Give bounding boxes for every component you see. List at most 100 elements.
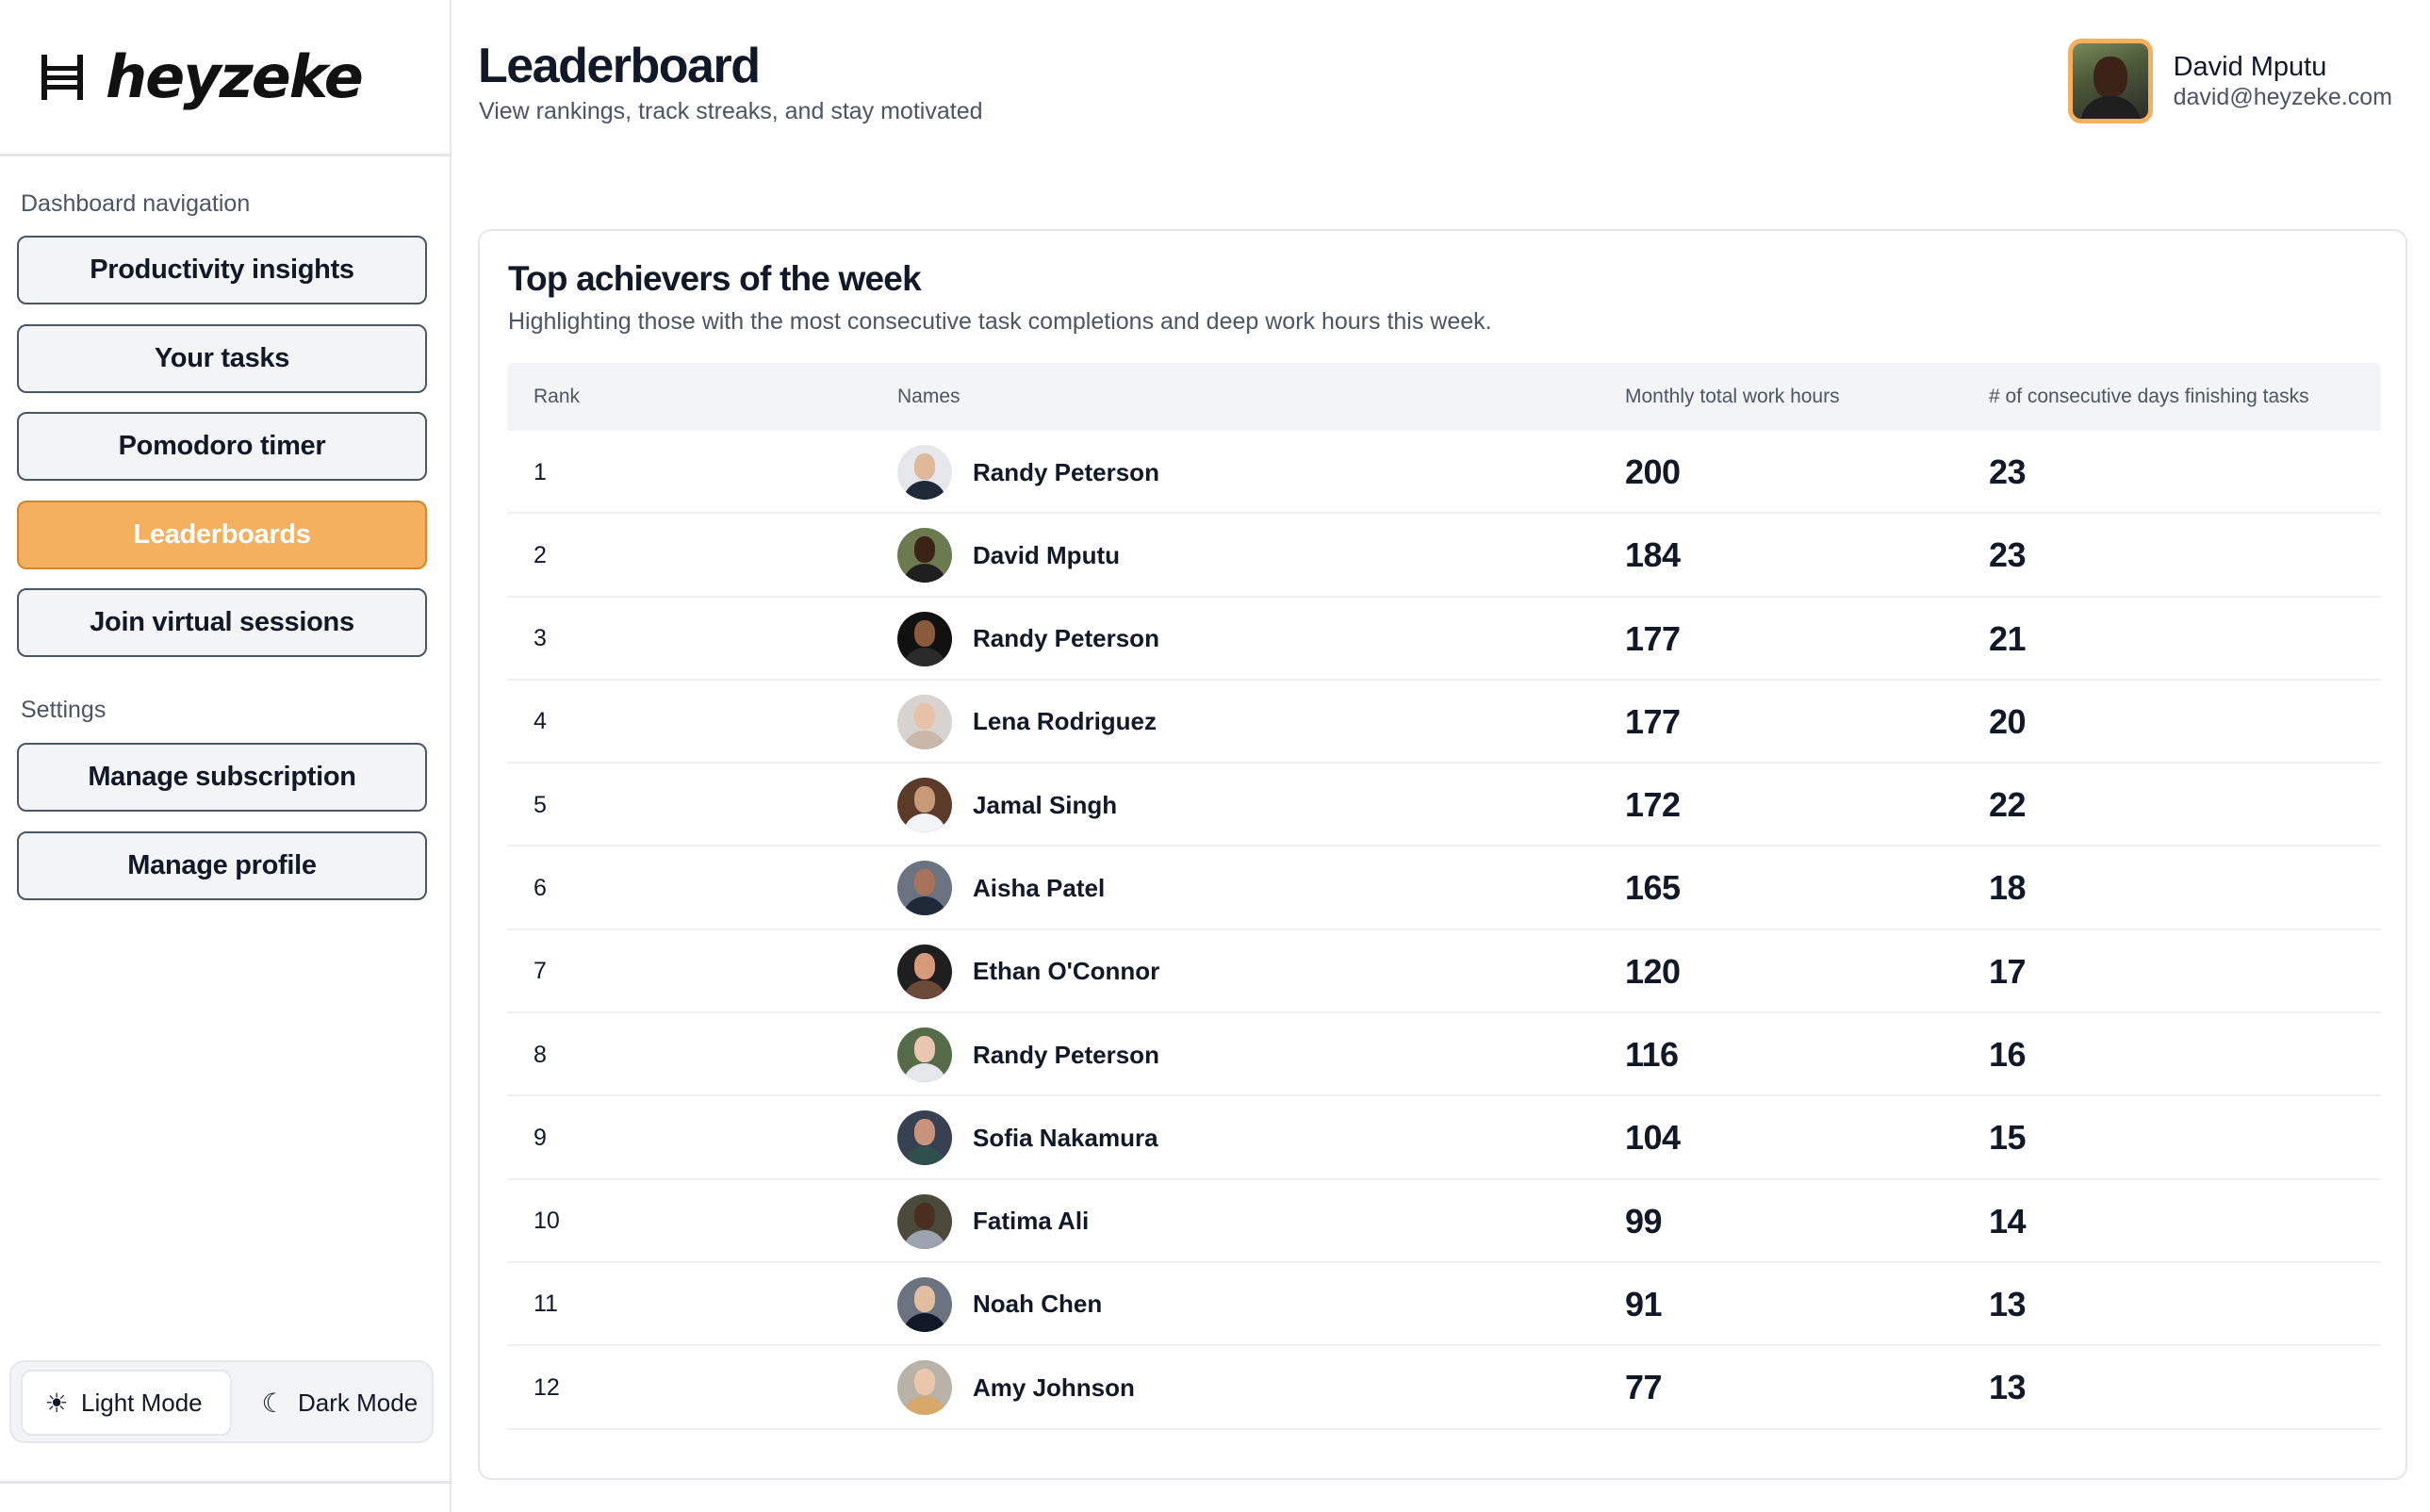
sun-icon: ☀	[44, 1388, 69, 1418]
rank-cell: 2	[534, 541, 547, 568]
rank-cell: 7	[534, 958, 547, 985]
name-cell: Jamal Singh	[897, 764, 1117, 846]
days-cell: 13	[1989, 1368, 2027, 1407]
light-mode-label: Light Mode	[81, 1388, 203, 1417]
nav-productivity-insights[interactable]: Productivity insights	[17, 236, 427, 304]
rank-cell: 3	[534, 625, 547, 652]
name-cell: Sofia Nakamura	[897, 1096, 1158, 1179]
nav-pomodoro-timer[interactable]: Pomodoro timer	[17, 412, 427, 481]
user-name: David Mputu	[2173, 51, 2327, 82]
name-cell: David Mputu	[897, 514, 1120, 597]
table-row[interactable]: 6 Aisha Patel 165 18	[507, 846, 2381, 930]
days-cell: 14	[1989, 1201, 2027, 1241]
days-cell: 15	[1989, 1118, 2027, 1158]
member-name: Lena Rodriguez	[973, 707, 1158, 736]
column-header-days: # of consecutive days finishing tasks	[1989, 386, 2309, 407]
days-cell: 22	[1989, 785, 2027, 825]
table-row[interactable]: 2 David Mputu 184 23	[507, 514, 2381, 598]
manage-subscription-button[interactable]: Manage subscription	[17, 743, 427, 812]
light-mode-option[interactable]: ☀ Light Mode	[21, 1370, 232, 1436]
rank-cell: 5	[534, 791, 547, 818]
rank-cell: 12	[534, 1373, 560, 1401]
nav-join-virtual-sessions[interactable]: Join virtual sessions	[17, 588, 427, 657]
table-row[interactable]: 7 Ethan O'Connor 120 17	[507, 930, 2381, 1014]
manage-profile-button[interactable]: Manage profile	[17, 831, 427, 900]
column-header-rank: Rank	[534, 386, 581, 407]
rank-cell: 6	[534, 874, 547, 901]
name-cell: Fatima Ali	[897, 1180, 1089, 1263]
avatar	[897, 1193, 952, 1249]
dark-mode-option[interactable]: ☾ Dark Mode	[247, 1370, 426, 1436]
avatar	[897, 445, 952, 500]
card-description: Highlighting those with the most consecu…	[508, 308, 1492, 335]
hours-cell: 177	[1625, 701, 1681, 741]
avatar	[897, 778, 952, 833]
avatar	[897, 1027, 952, 1083]
avatar	[897, 611, 952, 666]
name-cell: Ethan O'Connor	[897, 930, 1159, 1013]
days-cell: 13	[1989, 1284, 2027, 1323]
theme-mode-toggle: ☀ Light Mode ☾ Dark Mode	[9, 1360, 434, 1443]
table-row[interactable]: 1 Randy Peterson 200 23	[507, 431, 2381, 515]
avatar	[897, 528, 952, 583]
hours-cell: 116	[1625, 1035, 1679, 1075]
member-name: Randy Peterson	[973, 624, 1159, 653]
member-name: Randy Peterson	[973, 457, 1159, 486]
rank-cell: 1	[534, 458, 547, 485]
member-name: Ethan O'Connor	[973, 957, 1160, 986]
table-row[interactable]: 8 Randy Peterson 116 16	[507, 1013, 2381, 1097]
name-cell: Aisha Patel	[897, 846, 1105, 929]
table-row[interactable]: 9 Sofia Nakamura 104 15	[507, 1096, 2381, 1180]
table-header: Rank Names Monthly total work hours # of…	[507, 363, 2381, 431]
table-row[interactable]: 5 Jamal Singh 172 22	[507, 764, 2381, 847]
avatar	[897, 1360, 952, 1416]
member-name: Noah Chen	[973, 1290, 1103, 1319]
nav-leaderboards[interactable]: Leaderboards	[17, 501, 427, 569]
avatar	[897, 944, 952, 999]
table-row[interactable]: 10 Fatima Ali 99 14	[507, 1180, 2381, 1263]
days-cell: 23	[1989, 452, 2027, 491]
logo[interactable]: heyzeke	[38, 48, 364, 107]
avatar	[897, 694, 952, 749]
rank-cell: 11	[534, 1290, 558, 1318]
name-cell: Randy Peterson	[897, 598, 1159, 681]
hours-cell: 104	[1625, 1118, 1681, 1158]
member-name: Jamal Singh	[973, 790, 1118, 819]
days-cell: 20	[1989, 701, 2027, 741]
member-name: Aisha Patel	[973, 873, 1106, 902]
leaderboard-card: Top achievers of the week Highlighting t…	[478, 229, 2407, 1480]
days-cell: 18	[1989, 868, 2027, 908]
member-name: Randy Peterson	[973, 1040, 1159, 1069]
dark-mode-label: Dark Mode	[298, 1388, 419, 1417]
column-header-names: Names	[897, 386, 961, 407]
nav-your-tasks[interactable]: Your tasks	[17, 324, 427, 393]
member-name: Sofia Nakamura	[973, 1123, 1158, 1152]
hours-cell: 184	[1625, 535, 1681, 575]
divider	[0, 1481, 450, 1484]
table-row[interactable]: 4 Lena Rodriguez 177 20	[507, 681, 2381, 764]
avatar	[897, 861, 952, 916]
table-row[interactable]: 3 Randy Peterson 177 21	[507, 598, 2381, 681]
name-cell: Lena Rodriguez	[897, 681, 1157, 764]
page-title: Leaderboard	[478, 39, 761, 93]
rank-cell: 4	[534, 708, 547, 735]
name-cell: Randy Peterson	[897, 1013, 1159, 1096]
table-body: 1 Randy Peterson 200 23 2 David Mputu 184 23 3 Ra…	[507, 431, 2381, 1430]
leaderboard-table: Rank Names Monthly total work hours # of…	[507, 363, 2381, 1430]
avatar	[897, 1276, 952, 1332]
card-title: Top achievers of the week	[508, 259, 922, 298]
hours-cell: 200	[1625, 452, 1681, 491]
days-cell: 23	[1989, 535, 2027, 575]
hours-cell: 177	[1625, 618, 1681, 658]
table-row[interactable]: 12 Amy Johnson 77 13	[507, 1346, 2381, 1430]
moon-icon: ☾	[261, 1388, 286, 1418]
table-row[interactable]: 11 Noah Chen 91 13	[507, 1263, 2381, 1347]
nav-section-label: Dashboard navigation	[21, 190, 251, 217]
member-name: Amy Johnson	[973, 1372, 1135, 1402]
rank-cell: 10	[534, 1208, 560, 1235]
divider	[0, 154, 450, 156]
avatar	[897, 1110, 952, 1166]
name-cell: Amy Johnson	[897, 1346, 1135, 1429]
user-profile-card[interactable]: David Mputu david@heyzeke.com	[2067, 38, 2392, 124]
hours-cell: 165	[1625, 868, 1681, 908]
